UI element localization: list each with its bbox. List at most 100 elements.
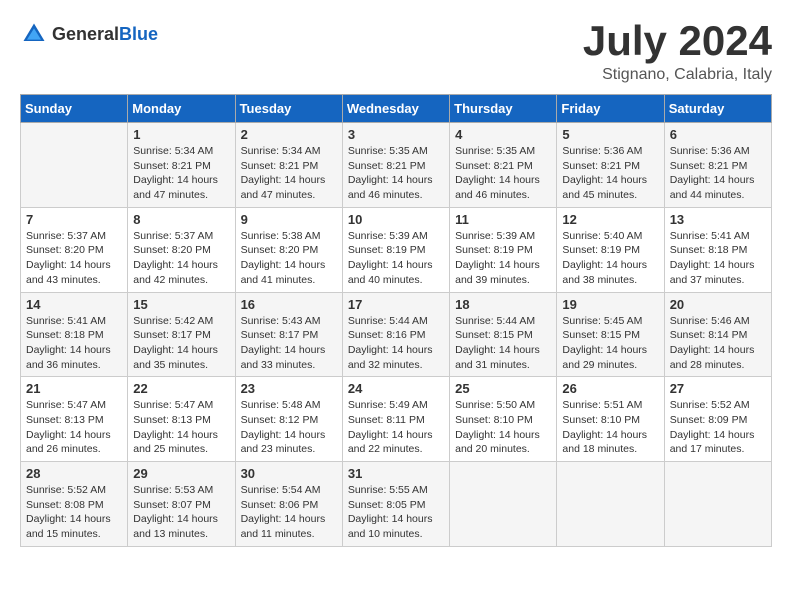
calendar-cell: 31 Sunrise: 5:55 AMSunset: 8:05 PMDayligh…	[342, 462, 449, 547]
calendar-cell	[557, 462, 664, 547]
day-number: 14	[26, 297, 122, 312]
day-info: Sunrise: 5:52 AMSunset: 8:09 PMDaylight:…	[670, 398, 766, 457]
day-info: Sunrise: 5:47 AMSunset: 8:13 PMDaylight:…	[26, 398, 122, 457]
day-info: Sunrise: 5:41 AMSunset: 8:18 PMDaylight:…	[670, 229, 766, 288]
day-info: Sunrise: 5:34 AMSunset: 8:21 PMDaylight:…	[133, 144, 229, 203]
day-number: 2	[241, 127, 337, 142]
calendar-week-row: 14 Sunrise: 5:41 AMSunset: 8:18 PMDayligh…	[21, 292, 772, 377]
location-subtitle: Stignano, Calabria, Italy	[583, 66, 772, 84]
calendar-cell: 3 Sunrise: 5:35 AMSunset: 8:21 PMDaylight…	[342, 123, 449, 208]
weekday-header-sunday: Sunday	[21, 95, 128, 123]
day-number: 15	[133, 297, 229, 312]
calendar-cell: 2 Sunrise: 5:34 AMSunset: 8:21 PMDaylight…	[235, 123, 342, 208]
day-info: Sunrise: 5:52 AMSunset: 8:08 PMDaylight:…	[26, 483, 122, 542]
calendar-cell	[664, 462, 771, 547]
day-info: Sunrise: 5:44 AMSunset: 8:15 PMDaylight:…	[455, 314, 551, 373]
calendar-week-row: 21 Sunrise: 5:47 AMSunset: 8:13 PMDayligh…	[21, 377, 772, 462]
day-info: Sunrise: 5:36 AMSunset: 8:21 PMDaylight:…	[562, 144, 658, 203]
day-info: Sunrise: 5:46 AMSunset: 8:14 PMDaylight:…	[670, 314, 766, 373]
calendar-cell: 29 Sunrise: 5:53 AMSunset: 8:07 PMDayligh…	[128, 462, 235, 547]
logo-icon	[20, 20, 48, 48]
weekday-header-wednesday: Wednesday	[342, 95, 449, 123]
calendar-cell: 25 Sunrise: 5:50 AMSunset: 8:10 PMDayligh…	[450, 377, 557, 462]
day-number: 3	[348, 127, 444, 142]
calendar-cell: 23Sunrise: 5:48 AMSunset: 8:12 PMDayligh…	[235, 377, 342, 462]
title-area: July 2024 Stignano, Calabria, Italy	[583, 20, 772, 84]
day-info: Sunrise: 5:37 AMSunset: 8:20 PMDaylight:…	[133, 229, 229, 288]
calendar-week-row: 28 Sunrise: 5:52 AMSunset: 8:08 PMDayligh…	[21, 462, 772, 547]
weekday-row: SundayMondayTuesdayWednesdayThursdayFrid…	[21, 95, 772, 123]
day-number: 28	[26, 466, 122, 481]
day-info: Sunrise: 5:36 AMSunset: 8:21 PMDaylight:…	[670, 144, 766, 203]
day-number: 13	[670, 212, 766, 227]
day-number: 30	[241, 466, 337, 481]
day-number: 16	[241, 297, 337, 312]
day-info: Sunrise: 5:47 AMSunset: 8:13 PMDaylight:…	[133, 398, 229, 457]
calendar-cell: 13 Sunrise: 5:41 AMSunset: 8:18 PMDayligh…	[664, 207, 771, 292]
day-number: 9	[241, 212, 337, 227]
day-info: Sunrise: 5:48 AMSunset: 8:12 PMDaylight:…	[241, 398, 337, 457]
calendar-cell: 1 Sunrise: 5:34 AMSunset: 8:21 PMDaylight…	[128, 123, 235, 208]
calendar-week-row: 1 Sunrise: 5:34 AMSunset: 8:21 PMDaylight…	[21, 123, 772, 208]
day-info: Sunrise: 5:34 AMSunset: 8:21 PMDaylight:…	[241, 144, 337, 203]
calendar-cell	[450, 462, 557, 547]
calendar-cell: 27 Sunrise: 5:52 AMSunset: 8:09 PMDayligh…	[664, 377, 771, 462]
calendar-cell: 17 Sunrise: 5:44 AMSunset: 8:16 PMDayligh…	[342, 292, 449, 377]
day-number: 20	[670, 297, 766, 312]
day-number: 25	[455, 381, 551, 396]
calendar-cell: 15Sunrise: 5:42 AMSunset: 8:17 PMDayligh…	[128, 292, 235, 377]
day-number: 21	[26, 381, 122, 396]
day-number: 10	[348, 212, 444, 227]
calendar-cell: 19 Sunrise: 5:45 AMSunset: 8:15 PMDayligh…	[557, 292, 664, 377]
day-info: Sunrise: 5:54 AMSunset: 8:06 PMDaylight:…	[241, 483, 337, 542]
day-info: Sunrise: 5:44 AMSunset: 8:16 PMDaylight:…	[348, 314, 444, 373]
day-info: Sunrise: 5:50 AMSunset: 8:10 PMDaylight:…	[455, 398, 551, 457]
calendar-cell: 30 Sunrise: 5:54 AMSunset: 8:06 PMDayligh…	[235, 462, 342, 547]
calendar-week-row: 7 Sunrise: 5:37 AMSunset: 8:20 PMDaylight…	[21, 207, 772, 292]
day-info: Sunrise: 5:53 AMSunset: 8:07 PMDaylight:…	[133, 483, 229, 542]
calendar-cell: 22Sunrise: 5:47 AMSunset: 8:13 PMDayligh…	[128, 377, 235, 462]
day-number: 29	[133, 466, 229, 481]
weekday-header-monday: Monday	[128, 95, 235, 123]
calendar-cell: 18 Sunrise: 5:44 AMSunset: 8:15 PMDayligh…	[450, 292, 557, 377]
calendar-cell: 6Sunrise: 5:36 AMSunset: 8:21 PMDaylight…	[664, 123, 771, 208]
calendar-cell: 10Sunrise: 5:39 AMSunset: 8:19 PMDayligh…	[342, 207, 449, 292]
day-info: Sunrise: 5:49 AMSunset: 8:11 PMDaylight:…	[348, 398, 444, 457]
calendar-cell: 16 Sunrise: 5:43 AMSunset: 8:17 PMDayligh…	[235, 292, 342, 377]
day-info: Sunrise: 5:45 AMSunset: 8:15 PMDaylight:…	[562, 314, 658, 373]
day-number: 31	[348, 466, 444, 481]
day-info: Sunrise: 5:51 AMSunset: 8:10 PMDaylight:…	[562, 398, 658, 457]
day-number: 1	[133, 127, 229, 142]
day-number: 18	[455, 297, 551, 312]
day-info: Sunrise: 5:55 AMSunset: 8:05 PMDaylight:…	[348, 483, 444, 542]
calendar-cell: 9 Sunrise: 5:38 AMSunset: 8:20 PMDaylight…	[235, 207, 342, 292]
calendar-cell: 8 Sunrise: 5:37 AMSunset: 8:20 PMDaylight…	[128, 207, 235, 292]
calendar-cell	[21, 123, 128, 208]
day-info: Sunrise: 5:43 AMSunset: 8:17 PMDaylight:…	[241, 314, 337, 373]
day-number: 7	[26, 212, 122, 227]
day-info: Sunrise: 5:35 AMSunset: 8:21 PMDaylight:…	[348, 144, 444, 203]
day-number: 8	[133, 212, 229, 227]
day-number: 12	[562, 212, 658, 227]
logo: GeneralBlue	[20, 20, 158, 48]
calendar-cell: 5 Sunrise: 5:36 AMSunset: 8:21 PMDaylight…	[557, 123, 664, 208]
day-info: Sunrise: 5:41 AMSunset: 8:18 PMDaylight:…	[26, 314, 122, 373]
day-number: 5	[562, 127, 658, 142]
calendar-body: 1 Sunrise: 5:34 AMSunset: 8:21 PMDaylight…	[21, 123, 772, 547]
weekday-header-saturday: Saturday	[664, 95, 771, 123]
day-number: 27	[670, 381, 766, 396]
header: GeneralBlue July 2024 Stignano, Calabria…	[20, 20, 772, 84]
day-info: Sunrise: 5:39 AMSunset: 8:19 PMDaylight:…	[455, 229, 551, 288]
day-number: 17	[348, 297, 444, 312]
logo-general-text: General	[52, 24, 119, 44]
day-number: 19	[562, 297, 658, 312]
weekday-header-thursday: Thursday	[450, 95, 557, 123]
weekday-header-friday: Friday	[557, 95, 664, 123]
day-number: 26	[562, 381, 658, 396]
calendar-cell: 26 Sunrise: 5:51 AMSunset: 8:10 PMDayligh…	[557, 377, 664, 462]
calendar-cell: 28 Sunrise: 5:52 AMSunset: 8:08 PMDayligh…	[21, 462, 128, 547]
calendar-table: SundayMondayTuesdayWednesdayThursdayFrid…	[20, 94, 772, 547]
weekday-header-tuesday: Tuesday	[235, 95, 342, 123]
day-info: Sunrise: 5:38 AMSunset: 8:20 PMDaylight:…	[241, 229, 337, 288]
calendar-header: SundayMondayTuesdayWednesdayThursdayFrid…	[21, 95, 772, 123]
